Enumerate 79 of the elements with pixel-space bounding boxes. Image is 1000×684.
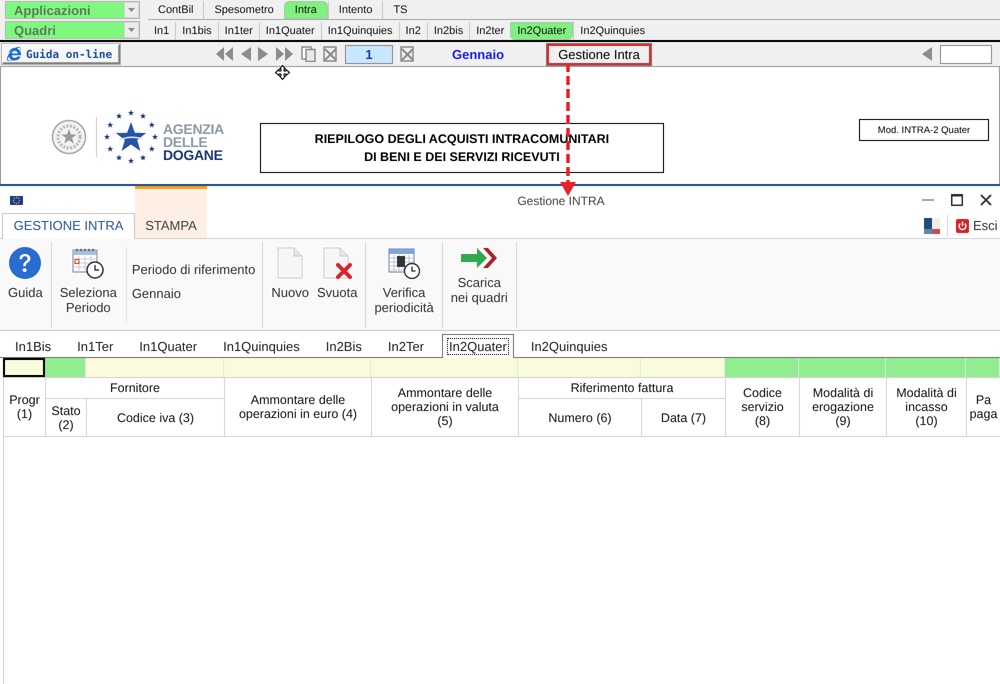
copy-page-icon[interactable] [301,46,316,62]
section-tab[interactable]: In1Quinquies [320,22,399,40]
column-header: Modalità di erogazione (9) [800,378,887,437]
help-button[interactable]: Guida on-line [2,44,120,64]
sheet-tab[interactable]: In1Quinquies [210,334,313,357]
column-header: Ammontare delle operazioni in valuta (5) [372,378,519,437]
ribbon-tab[interactable]: GESTIONE INTRA [2,213,135,239]
last-page-icon[interactable] [276,46,294,62]
caret-icon[interactable] [124,22,139,38]
arrow-right-icon [461,247,498,269]
previous-icon[interactable] [921,46,932,62]
app-tab[interactable]: ContBil [148,1,204,19]
sheet-tab[interactable]: In2Quinquies [518,334,620,357]
exit-button[interactable]: Esci [956,218,998,233]
column-header: Progr (1) [4,378,46,437]
page-number-field[interactable]: 1 [345,44,393,64]
maximize-icon[interactable] [951,194,963,206]
ribbon-button[interactable]: Seleziona Periodo [58,247,118,315]
column-group-header: Fornitore [46,378,225,399]
calendar-clock-icon [388,247,420,279]
blank-page-icon [276,247,304,279]
power-icon [956,218,969,232]
column-header: Modalità di incasso (10) [887,378,967,437]
app-tab[interactable]: TS [382,1,418,19]
emblem-icon [51,119,87,155]
help-icon [9,247,42,279]
next-icon[interactable] [258,46,269,62]
column-header: Data (7) [642,399,726,437]
first-page-icon[interactable] [215,46,233,62]
caret-icon[interactable] [124,2,139,18]
section-tab[interactable]: In1ter [218,22,259,40]
section-tab[interactable]: In1bis [175,22,218,40]
section-tab[interactable]: In2bis [426,22,470,40]
ribbon-button[interactable]: Guida [7,247,44,300]
ribbon-button[interactable]: Scarica nei quadri [450,247,509,305]
input-field[interactable] [940,44,992,64]
sheet-tab[interactable]: In1Ter [64,334,126,357]
column-header: Pa paga [967,378,1000,437]
column-header: Ammontare delle operazioni in euro (4) [225,378,372,437]
section-tab[interactable]: In2Quater [510,22,574,40]
form-title: RIEPILOGO DEGLI ACQUISTI INTRACOMUNITARI DI BENI E DEI SERVIZI RICEVUTI [260,123,664,173]
column-header: Stato (2) [46,399,87,437]
delete-page-icon[interactable] [323,46,338,62]
period-value: Gennaio [132,286,182,301]
sheet-tab[interactable]: In2Ter [374,334,438,357]
filter-cell[interactable] [3,358,45,377]
calendar-clock-icon [72,247,104,279]
app-tab[interactable]: Intento [328,1,382,19]
close-icon[interactable] [980,194,992,206]
ribbon-button[interactable]: Svuota [316,247,358,300]
section-tab[interactable]: In2Quinquies [573,22,652,40]
ribbon-tab[interactable]: STAMPA [135,186,207,238]
sheet-tab[interactable]: In1Quater [126,334,210,357]
column-header: Codice iva (3) [87,399,225,437]
section-tab[interactable]: In1Quater [258,22,321,40]
sheet-tab[interactable]: In2Quater [442,334,514,358]
flag-icon [10,196,23,205]
delete-page-icon[interactable] [400,46,415,62]
manage-button[interactable]: Gestione Intra [547,44,652,64]
month-label: Gennaio [452,46,504,62]
agency-wordmark: AGENZIA DELLE DOGANE [163,122,224,162]
previous-icon[interactable] [240,46,251,62]
page-cross-icon [322,247,352,279]
column-header: Codice servizio (8) [726,378,800,437]
star-ring-logo-icon [103,109,159,165]
section-tab[interactable]: In1 [148,22,176,40]
period-label: Periodo di riferimento [132,262,256,277]
window-title: Gestione INTRA [517,194,605,208]
ribbon-button[interactable]: Verifica periodicità [373,247,435,315]
ribbon-button[interactable]: Nuovo [270,247,310,300]
model-label: Mod. INTRA-2 Quater [859,119,989,141]
sheet-tab[interactable]: In2Bis [312,334,375,357]
sheet-tab[interactable]: In1Bis [2,334,64,357]
app-tab[interactable]: Intra [284,1,328,19]
section-tab[interactable]: In2 [398,22,427,40]
column-group-header: Riferimento fattura [519,378,726,399]
column-header: Numero (6) [519,399,642,437]
tiles-icon[interactable] [924,218,940,234]
letter-e-icon [7,47,21,61]
